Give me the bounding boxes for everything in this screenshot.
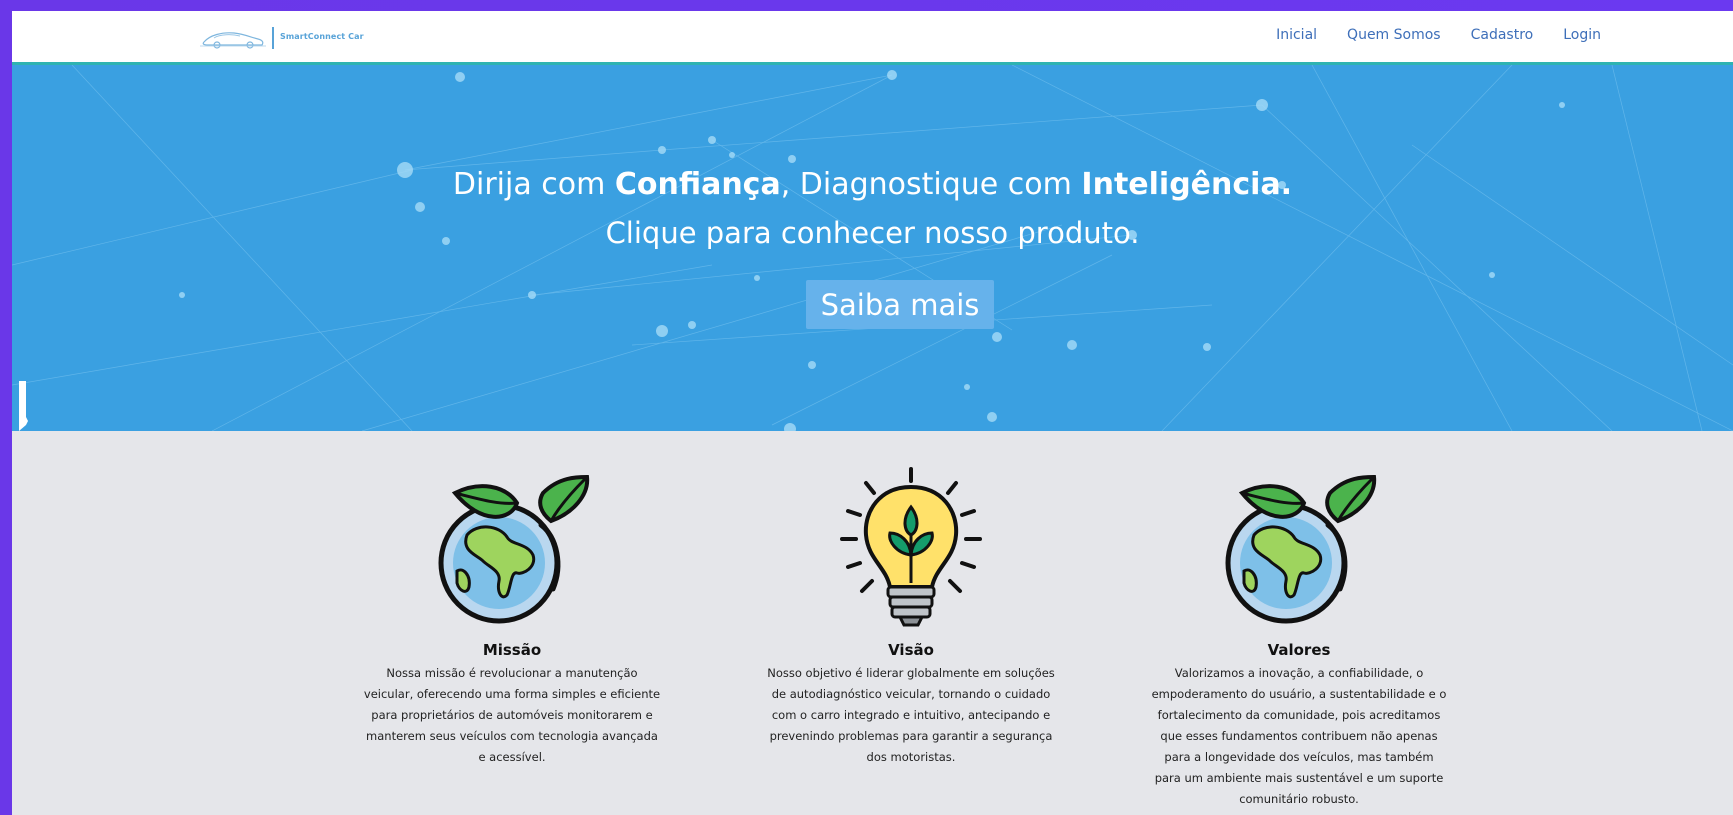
browser-viewport: SmartConnect Car Inicial Quem Somos Cada… [12, 11, 1733, 815]
hero-headline-part1: Dirija com [452, 167, 615, 202]
car-outline-icon [200, 27, 274, 49]
feature-description: Valorizamos a inovação, a confiabilidade… [1151, 666, 1447, 806]
feature-visao: Visão Nosso objetivo é liderar globalmen… [756, 463, 1066, 768]
lightbulb-plant-icon [840, 467, 982, 627]
feature-title: Visão [888, 641, 934, 659]
nav-link-login[interactable]: Login [1563, 27, 1601, 43]
hero-headline-part2: , Diagnostique com [780, 167, 1082, 202]
nav-link-quem-somos[interactable]: Quem Somos [1347, 27, 1441, 43]
feature-description: Nosso objetivo é liderar globalmente em … [767, 666, 1055, 764]
globe-leaf-icon [1225, 474, 1377, 624]
feature-title: Missão [482, 641, 542, 659]
hero-headline: Dirija com Confiança, Diagnostique com I… [12, 167, 1733, 202]
hero-subheadline: Clique para conhecer nosso produto. [605, 216, 1140, 250]
brand-name: SmartConnect Car [280, 32, 364, 41]
feature-valores: Valores Valorizamos a inovação, a confia… [1144, 463, 1454, 810]
nav-menu: Inicial Quem Somos Cadastro Login [1276, 27, 1601, 43]
globe-leaf-icon [438, 474, 590, 624]
navbar: SmartConnect Car Inicial Quem Somos Cada… [12, 11, 1733, 65]
hero-headline-bold2: Inteligência. [1081, 167, 1293, 202]
mouse-cursor-icon [19, 381, 28, 431]
feature-missao: Missão Nossa missão é revolucionar a man… [357, 463, 667, 768]
feature-title: Valores [1267, 641, 1331, 659]
hero-section: Dirija com Confiança, Diagnostique com I… [12, 65, 1733, 431]
hero-headline-bold1: Confiança [614, 167, 781, 202]
brand-logo[interactable]: SmartConnect Car [200, 24, 400, 52]
saiba-mais-button[interactable]: Saiba mais [806, 280, 994, 329]
nav-link-inicial[interactable]: Inicial [1276, 27, 1317, 43]
nav-link-cadastro[interactable]: Cadastro [1471, 27, 1534, 43]
feature-description: Nossa missão é revolucionar a manutenção… [363, 666, 661, 764]
